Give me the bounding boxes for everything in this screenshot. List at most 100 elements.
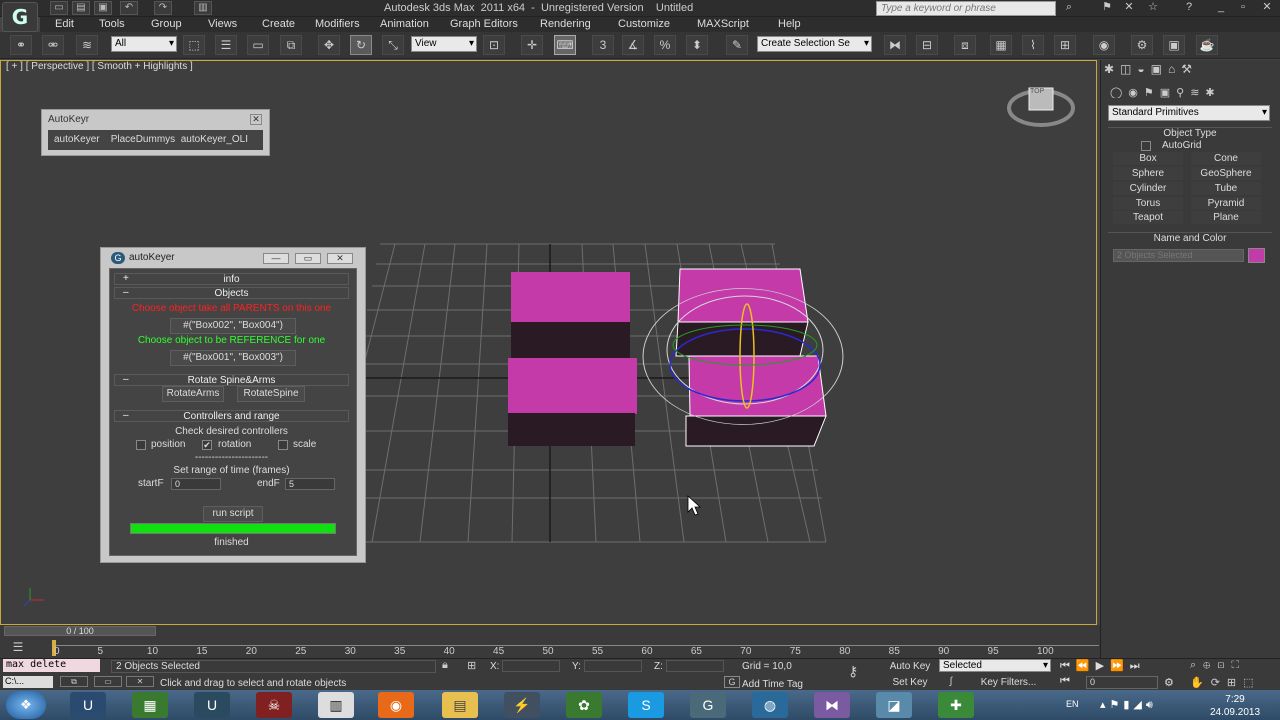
taskbar-3dsmax-icon[interactable]: G xyxy=(690,692,726,718)
pyramid-button[interactable]: Pyramid xyxy=(1191,197,1261,210)
select-object-icon[interactable]: ⬚ xyxy=(183,35,205,55)
rotate-icon[interactable]: ↻ xyxy=(350,35,372,55)
set-key-button[interactable]: Set Key xyxy=(886,676,934,689)
app-menu-icon[interactable]: G xyxy=(2,2,38,32)
help-icon[interactable]: ? xyxy=(1180,1,1198,15)
mini-maximize-icon[interactable]: ▭ xyxy=(94,676,122,687)
bind-space-warp-icon[interactable]: ≋ xyxy=(76,35,98,55)
menu-create[interactable]: Create xyxy=(262,17,295,31)
rotate-arms-button[interactable]: RotateArms xyxy=(162,386,224,402)
rect-selection-icon[interactable]: ▭ xyxy=(247,35,269,55)
key-filters-button[interactable]: Key Filters... xyxy=(966,676,1051,689)
time-config-icon[interactable]: ⚙ xyxy=(1164,676,1174,689)
viewport-nav-icons-bottom[interactable]: ✋⟳⊞⬚ xyxy=(1190,676,1278,689)
angle-snap-icon[interactable]: ∡ xyxy=(622,35,644,55)
rotate-spine-button[interactable]: RotateSpine xyxy=(237,386,305,402)
taskbar-winamp-icon[interactable]: ⚡ xyxy=(504,692,540,718)
material-editor-icon[interactable]: ◉ xyxy=(1093,35,1115,55)
lock-selection-icon[interactable]: 🔒︎ xyxy=(442,659,448,672)
menu-modifiers[interactable]: Modifiers xyxy=(315,17,360,31)
track-bar[interactable] xyxy=(52,638,1099,646)
graphite-toggle-icon[interactable]: ▦ xyxy=(990,35,1012,55)
move-icon[interactable]: ✥ xyxy=(318,35,340,55)
taskbar-tool-icon[interactable]: ◪ xyxy=(876,692,912,718)
position-checkbox[interactable] xyxy=(136,440,146,450)
object-color-swatch[interactable] xyxy=(1248,248,1265,263)
auto-key-button[interactable]: Auto Key xyxy=(886,660,934,673)
current-frame-field[interactable]: 0 xyxy=(1086,676,1158,689)
time-slider[interactable]: 0 / 100 xyxy=(4,626,156,636)
object-type-rollout[interactable]: Object Type xyxy=(1108,127,1272,139)
teapot-button[interactable]: Teapot xyxy=(1113,211,1183,224)
dialog-minimize-icon[interactable]: — xyxy=(263,253,289,264)
select-manipulate-icon[interactable]: ✛ xyxy=(521,35,543,55)
spinner-snap-icon[interactable]: ⬍ xyxy=(686,35,708,55)
key-mode-select[interactable]: Selected xyxy=(939,659,1051,672)
mini-close-icon[interactable]: ✕ xyxy=(126,676,154,687)
z-coord-field[interactable] xyxy=(666,660,724,672)
viewport-nav-icons-top[interactable]: ⌕⊕⊡⛶ xyxy=(1190,659,1278,672)
align-icon[interactable]: ⊟ xyxy=(916,35,938,55)
close-icon[interactable]: ✕ xyxy=(1258,1,1276,15)
mini-restore-icon[interactable]: ⧉ xyxy=(60,676,88,687)
named-selection-select[interactable]: Create Selection Se xyxy=(757,36,872,52)
mirror-icon[interactable]: ⧓ xyxy=(884,35,906,55)
taskbar-game-icon[interactable]: ☠ xyxy=(256,692,292,718)
command-panel-tabs[interactable]: ✱◫◒▣⌂⚒ xyxy=(1104,62,1276,76)
scale-icon[interactable]: ⤡ xyxy=(382,35,404,55)
rendered-frame-icon[interactable]: ▣ xyxy=(1163,35,1185,55)
window-crossing-icon[interactable]: ⧉ xyxy=(280,35,302,55)
y-coord-field[interactable] xyxy=(584,660,642,672)
project-folder-icon[interactable]: ▥ xyxy=(194,1,212,15)
set-key-icon[interactable]: ⚷ xyxy=(848,663,858,680)
save-file-icon[interactable]: ▣ xyxy=(94,1,112,15)
menu-tools[interactable]: Tools xyxy=(99,17,125,31)
schematic-view-icon[interactable]: ⊞ xyxy=(1054,35,1076,55)
unlink-icon[interactable]: ⚮ xyxy=(42,35,64,55)
taskbar-globe-icon[interactable]: ◍ xyxy=(752,692,788,718)
taskbar-mini-window[interactable]: C:\... xyxy=(3,676,53,688)
object-name-field[interactable]: 2 Objects Selected xyxy=(1113,249,1244,262)
redo-icon[interactable]: ↷ xyxy=(154,1,172,15)
plane-button[interactable]: Plane xyxy=(1191,211,1261,224)
scale-checkbox[interactable] xyxy=(278,440,288,450)
cone-button[interactable]: Cone xyxy=(1191,152,1261,165)
name-color-rollout[interactable]: Name and Color xyxy=(1108,232,1272,244)
rotation-checkbox[interactable]: ✔ xyxy=(202,440,212,450)
pick-reference-button[interactable]: #("Box001", "Box003") xyxy=(170,350,296,366)
x-coord-field[interactable] xyxy=(502,660,560,672)
percent-snap-icon[interactable]: % xyxy=(654,35,676,55)
taskbar-firefox-icon[interactable]: ◉ xyxy=(378,692,414,718)
add-time-tag[interactable]: Add Time Tag xyxy=(742,679,803,690)
track-bar-toggle-icon[interactable]: ☰ xyxy=(6,640,30,654)
reference-coord-select[interactable]: View xyxy=(411,36,477,52)
geosphere-button[interactable]: GeoSphere xyxy=(1191,167,1261,180)
menu-group[interactable]: Group xyxy=(151,17,182,31)
minimize-icon[interactable]: _ xyxy=(1212,1,1230,15)
undo-icon[interactable]: ↶ xyxy=(120,1,138,15)
language-indicator[interactable]: EN xyxy=(1066,699,1079,709)
open-file-icon[interactable]: ▤ xyxy=(72,1,90,15)
pivot-center-icon[interactable]: ⊡ xyxy=(483,35,505,55)
menu-animation[interactable]: Animation xyxy=(380,17,429,31)
autokeyr-close-icon[interactable]: ✕ xyxy=(250,114,262,125)
maximize-icon[interactable]: ▫ xyxy=(1234,1,1252,15)
snaps-toggle-icon[interactable]: 3 xyxy=(592,35,614,55)
pick-parents-button[interactable]: #("Box002", "Box004") xyxy=(170,318,296,334)
start-frame-spinner[interactable]: 0 xyxy=(171,478,221,490)
favorites-star-icon[interactable]: ☆ xyxy=(1144,1,1162,15)
taskbar-network-icon[interactable]: ✚ xyxy=(938,692,974,718)
autokeyr-toolbar-buttons[interactable]: autoKeyer PlaceDummys autoKeyer_OLI xyxy=(48,130,263,150)
create-category-icons[interactable]: ◯◉⚑▣⚲≋✱ xyxy=(1110,86,1270,98)
start-button-icon[interactable]: ❖ xyxy=(6,691,46,719)
search-icon[interactable]: ⌕ xyxy=(1060,1,1078,15)
menu-help[interactable]: Help xyxy=(778,17,801,31)
menu-graph-editors[interactable]: Graph Editors xyxy=(450,17,518,31)
sphere-button[interactable]: Sphere xyxy=(1113,167,1183,180)
layer-manager-icon[interactable]: ⧈ xyxy=(954,35,976,55)
box-button[interactable]: Box xyxy=(1113,152,1183,165)
autogrid-checkbox[interactable] xyxy=(1141,141,1151,151)
taskbar-explorer-icon[interactable]: ▤ xyxy=(442,692,478,718)
taskbar-icq-icon[interactable]: ✿ xyxy=(566,692,602,718)
keyboard-shortcut-icon[interactable]: ⌨ xyxy=(554,35,576,55)
